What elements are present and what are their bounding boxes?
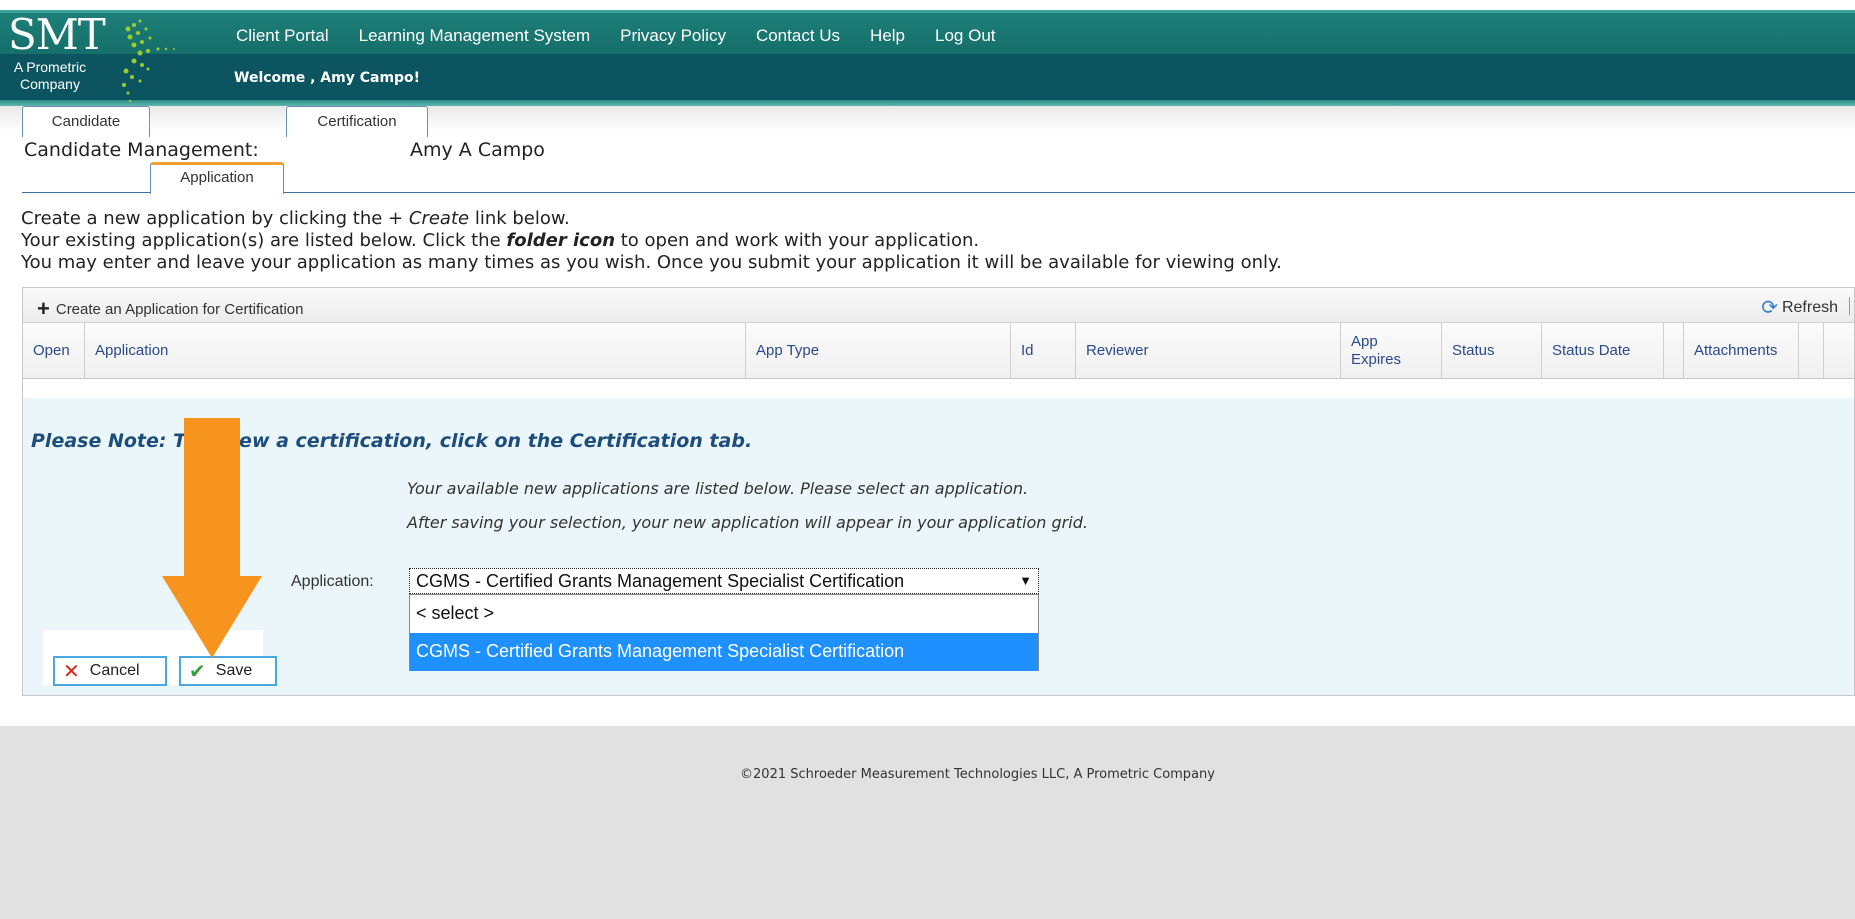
plus-icon: + <box>37 296 50 321</box>
nav-client-portal[interactable]: Client Portal <box>236 26 329 46</box>
option-select[interactable]: < select > <box>410 595 1038 633</box>
application-dropdown-list: < select > CGMS - Certified Grants Manag… <box>409 594 1039 671</box>
close-icon: ✕ <box>63 660 80 683</box>
grid-toolbar: + Create an Application for Certification… <box>23 288 1854 323</box>
nav-privacy-policy[interactable]: Privacy Policy <box>620 26 726 46</box>
tab-certification[interactable]: Certification <box>286 106 428 137</box>
application-select[interactable]: CGMS - Certified Grants Management Speci… <box>409 568 1039 594</box>
column-header-id[interactable]: Id <box>1011 323 1076 379</box>
nav-learning-management-system[interactable]: Learning Management System <box>359 26 591 46</box>
new-application-form: Please Note: To renew a certification, c… <box>23 398 1854 695</box>
after-saving-text: After saving your selection, your new ap… <box>407 513 1088 532</box>
available-applications-text: Your available new applications are list… <box>407 479 1029 498</box>
chevron-down-icon: ▼ <box>1019 573 1032 588</box>
column-header-attachments[interactable]: Attachments <box>1684 323 1799 379</box>
logo-text: SMT <box>8 13 106 59</box>
application-grid: + Create an Application for Certification… <box>22 287 1855 696</box>
create-application-link[interactable]: + Create an Application for Certification <box>37 296 304 322</box>
renewal-note: Please Note: To renew a certification, c… <box>31 430 753 452</box>
arrow-down-icon <box>162 418 262 658</box>
column-header-status[interactable]: Status <box>1442 323 1542 379</box>
candidate-name: Amy A Campo <box>410 139 545 161</box>
application-label: Application: <box>291 573 374 590</box>
column-header-application[interactable]: Application <box>85 323 746 379</box>
grid-column-headers: Open Application App Type Id Reviewer Ap… <box>23 323 1854 379</box>
logo-subtitle: A Prometric Company <box>13 59 87 92</box>
option-cgms[interactable]: CGMS - Certified Grants Management Speci… <box>410 633 1038 671</box>
checkmark-icon: ✔ <box>189 660 206 683</box>
tab-application[interactable]: Application <box>150 162 284 194</box>
tab-candidate[interactable]: Candidate <box>22 106 150 137</box>
nav-contact-us[interactable]: Contact Us <box>756 26 840 46</box>
page-title: Candidate Management: <box>24 139 259 161</box>
nav-help[interactable]: Help <box>870 26 905 46</box>
save-button[interactable]: ✔ Save <box>179 656 277 686</box>
welcome-message: Welcome , Amy Campo! <box>234 70 421 86</box>
column-header-app-expires[interactable]: App Expires <box>1341 323 1442 379</box>
cancel-button[interactable]: ✕ Cancel <box>53 656 167 686</box>
column-header-status-date[interactable]: Status Date <box>1542 323 1664 379</box>
refresh-icon: ⟳ <box>1761 297 1778 319</box>
logo-dots-icon <box>122 19 175 103</box>
column-header-app-type[interactable]: App Type <box>746 323 1011 379</box>
column-header-open[interactable]: Open <box>23 323 85 379</box>
nav-log-out[interactable]: Log Out <box>935 26 996 46</box>
intro-text: Create a new application by clicking the… <box>21 208 1282 273</box>
refresh-button[interactable]: ⟳ Refresh <box>1761 295 1838 320</box>
top-nav: Client Portal Learning Management System… <box>236 26 1026 46</box>
top-strip <box>0 0 1855 13</box>
column-header-reviewer[interactable]: Reviewer <box>1076 323 1341 379</box>
main-panel: Candidate Management: Amy A Campo Candid… <box>0 106 1855 726</box>
footer-copyright: ©2021 Schroeder Measurement Technologies… <box>740 767 1215 782</box>
site-header: SMT A Prometric Company Client Portal Le… <box>0 13 1855 106</box>
